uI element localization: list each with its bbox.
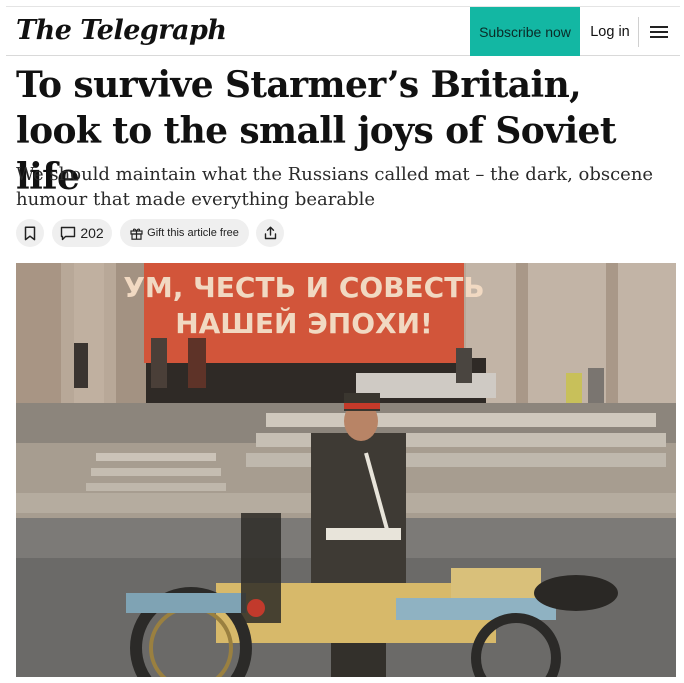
- site-header: The Telegraph Subscribe now Log in: [6, 6, 680, 56]
- article-standfirst: We should maintain what the Russians cal…: [16, 164, 654, 210]
- comments-button[interactable]: 202: [52, 219, 112, 247]
- comment-icon: [61, 226, 76, 240]
- banner-text-line1: УМ, ЧЕСТЬ И СОВЕСТЬ: [123, 271, 484, 304]
- bookmark-button[interactable]: [16, 219, 44, 247]
- share-button[interactable]: [256, 219, 284, 247]
- banner-text-line2: НАШЕЙ ЭПОХИ!: [175, 306, 433, 340]
- share-icon: [264, 226, 276, 240]
- gift-label: Gift this article free: [147, 227, 239, 239]
- login-button[interactable]: Log in: [585, 7, 635, 56]
- hamburger-menu-icon[interactable]: [648, 21, 670, 43]
- comment-count: 202: [80, 225, 104, 241]
- subscribe-button[interactable]: Subscribe now: [470, 7, 580, 56]
- gift-article-button[interactable]: Gift this article free: [120, 219, 249, 247]
- article-hero-image[interactable]: УМ, ЧЕСТЬ И СОВЕСТЬ НАШЕЙ ЭПОХИ!: [16, 263, 676, 677]
- header-divider: [638, 17, 639, 47]
- gift-icon: [130, 228, 143, 240]
- masthead-logo[interactable]: The Telegraph: [16, 15, 227, 46]
- bookmark-icon: [24, 225, 36, 240]
